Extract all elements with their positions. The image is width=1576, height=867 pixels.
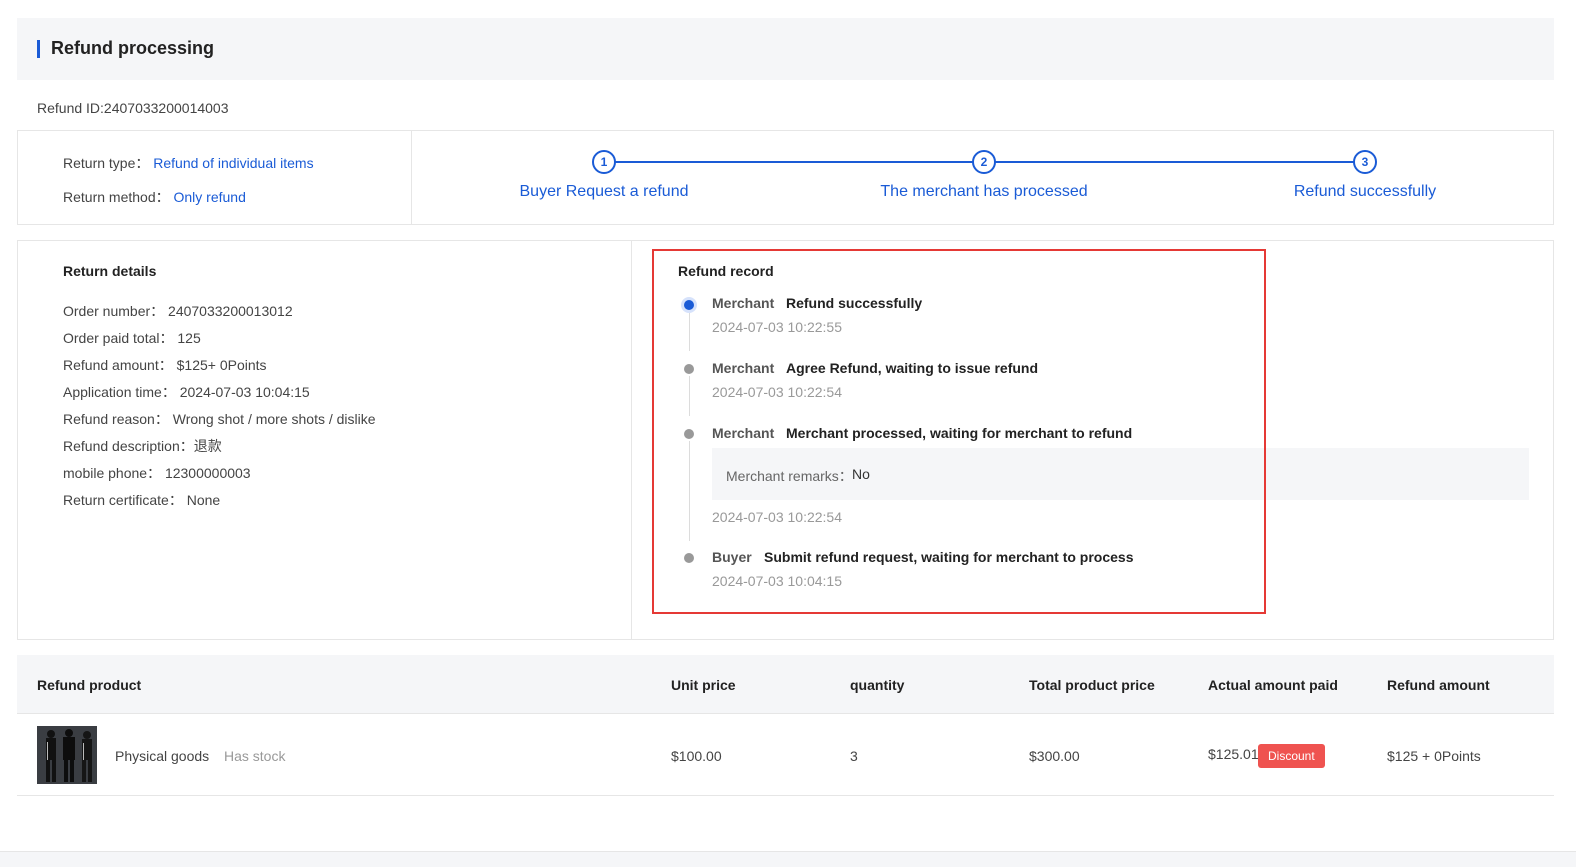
product-table-header: Refund product Unit price quantity Total… (17, 655, 1554, 714)
return-certificate: Return certificate： None (63, 492, 221, 508)
record-action: Submit refund request, waiting for merch… (764, 549, 1134, 565)
details-panel: Return details Order number： 24070332000… (17, 240, 1554, 640)
page-title: Refund processing (51, 38, 215, 58)
column-header-refund-amount: Refund amount (1387, 677, 1490, 693)
refund-reason: Refund reason： Wrong shot / more shots /… (63, 411, 376, 427)
record-action: Agree Refund, waiting to issue refund (786, 360, 1039, 376)
return-method-value: Only refund (173, 189, 246, 205)
actual-amount-paid: $125.01 (1208, 746, 1259, 762)
return-type-label: Return type： (63, 155, 150, 171)
step-3-label: Refund successfully (1293, 183, 1437, 200)
refund-amount-cell: $125 + 0Points (1387, 748, 1481, 764)
return-type-value: Refund of individual items (153, 155, 314, 171)
total-product-price: $300.00 (1029, 748, 1080, 764)
title-accent-bar (37, 40, 40, 58)
return-method-label: Return method： (63, 189, 170, 205)
step-2-label: The merchant has processed (880, 183, 1088, 200)
step-2-circle: 2 (972, 150, 996, 174)
step-3-circle: 3 (1353, 150, 1377, 174)
step-connector-2 (995, 161, 1354, 163)
return-type-row: Return type： Refund of individual items (63, 153, 314, 173)
timeline-dot-active (684, 300, 694, 310)
merchant-remarks-label: Merchant remarks： (726, 468, 853, 484)
stock-status: Has stock (224, 748, 286, 764)
column-header-quantity: quantity (850, 677, 905, 693)
quantity: 3 (850, 748, 858, 764)
merchant-remarks-value: No (852, 466, 870, 482)
discount-badge[interactable]: Discount (1258, 744, 1325, 768)
step-connector-1 (615, 161, 973, 163)
order-number: Order number： 2407033200013012 (63, 303, 293, 319)
merchant-remarks-box: Merchant remarks： No (712, 448, 1529, 500)
application-time: Application time： 2024-07-03 10:04:15 (63, 384, 310, 400)
timeline-line (689, 311, 690, 351)
record-time: 2024-07-03 10:22:55 (712, 319, 842, 335)
timeline-line (689, 376, 690, 416)
record-time: 2024-07-03 10:22:54 (712, 509, 842, 525)
page-header: Refund processing (17, 18, 1554, 80)
record-actor: Merchant (712, 425, 775, 441)
record-action: Refund successfully (786, 295, 923, 311)
refund-info-panel: Return type： Refund of individual items … (17, 130, 1554, 225)
column-header-actual-paid: Actual amount paid (1208, 677, 1338, 693)
record-time: 2024-07-03 10:22:54 (712, 384, 842, 400)
order-paid-total: Order paid total： 125 (63, 330, 201, 346)
refund-amount: Refund amount： $125+ 0Points (63, 357, 267, 373)
timeline-line (689, 441, 690, 541)
column-header-product: Refund product (37, 677, 142, 693)
refund-description: Refund description：退款 (63, 438, 222, 454)
column-header-unit-price: Unit price (671, 677, 736, 693)
mobile-phone: mobile phone： 12300000003 (63, 465, 251, 481)
product-name: Physical goods (115, 748, 210, 764)
step-1-label: Buyer Request a refund (519, 183, 689, 200)
table-row: Physical goods Has stock $100.00 3 $300.… (17, 714, 1554, 796)
page-footer-band (0, 851, 1576, 867)
return-details-title: Return details (63, 263, 157, 279)
refund-record-title: Refund record (678, 263, 774, 279)
return-method-row: Return method： Only refund (63, 187, 246, 207)
unit-price: $100.00 (671, 748, 722, 764)
timeline-dot (684, 429, 694, 439)
record-actor: Merchant (712, 360, 775, 376)
column-header-total-price: Total product price (1029, 677, 1155, 693)
record-time: 2024-07-03 10:04:15 (712, 573, 842, 589)
progress-steps: 1 2 3 Buyer Request a refund The merchan… (412, 131, 1553, 224)
product-thumbnail[interactable] (37, 726, 97, 784)
refund-id: Refund ID:2407033200014003 (37, 100, 229, 116)
timeline-dot (684, 364, 694, 374)
record-action: Merchant processed, waiting for merchant… (786, 425, 1133, 441)
record-actor: Merchant (712, 295, 775, 311)
timeline-dot (684, 553, 694, 563)
refund-type-section: Return type： Refund of individual items … (18, 131, 412, 224)
return-details-section: Return details Order number： 24070332000… (18, 241, 632, 639)
step-1-circle: 1 (592, 150, 616, 174)
record-actor: Buyer (712, 549, 752, 565)
